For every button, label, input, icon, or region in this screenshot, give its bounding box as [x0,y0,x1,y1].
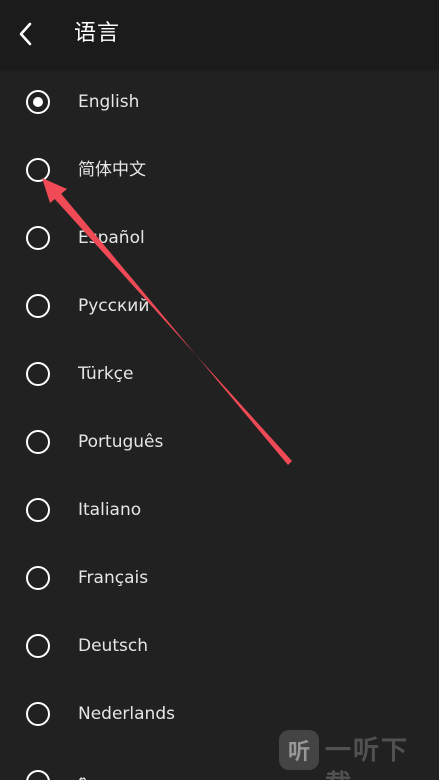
radio-selected-dot [33,97,43,107]
language-label: Deutsch [78,636,148,656]
radio-button[interactable] [26,226,50,250]
language-option-dutch[interactable]: Nederlands [0,680,439,748]
radio-button[interactable] [26,702,50,726]
page-title: 语言 [74,21,121,46]
language-label: Français [78,568,149,588]
radio-button[interactable] [26,158,50,182]
language-label: English [78,92,140,112]
language-label: 简体中文 [78,160,146,180]
language-label: Nederlands [78,704,175,724]
language-option-spanish[interactable]: Español [0,204,439,272]
radio-button[interactable] [26,634,50,658]
language-option-turkish[interactable]: Türkçe [0,340,439,408]
language-label: Italiano [78,500,142,520]
radio-button[interactable] [26,362,50,386]
language-label: ๆ [78,769,87,780]
back-button[interactable] [10,16,42,52]
radio-button[interactable] [26,430,50,454]
language-label: Русский [78,296,150,316]
radio-button[interactable] [26,566,50,590]
language-option-thai[interactable]: ๆ [0,748,439,780]
language-list: English 简体中文 Español Русский Türkçe Port… [0,68,439,780]
radio-button[interactable] [26,294,50,318]
language-label: Español [78,228,145,248]
language-option-portuguese[interactable]: Português [0,408,439,476]
top-app-bar: 语言 [0,0,439,68]
language-option-simplified-chinese[interactable]: 简体中文 [0,136,439,204]
language-settings-screen: 语言 English 简体中文 Español Русский Türkçe P… [0,0,439,780]
radio-button[interactable] [26,90,50,114]
language-option-italian[interactable]: Italiano [0,476,439,544]
language-label: Português [78,432,164,452]
chevron-left-icon [19,22,32,46]
radio-button[interactable] [26,770,50,780]
language-label: Türkçe [78,364,134,384]
radio-button[interactable] [26,498,50,522]
language-option-russian[interactable]: Русский [0,272,439,340]
language-option-french[interactable]: Français [0,544,439,612]
language-option-german[interactable]: Deutsch [0,612,439,680]
language-option-english[interactable]: English [0,68,439,136]
